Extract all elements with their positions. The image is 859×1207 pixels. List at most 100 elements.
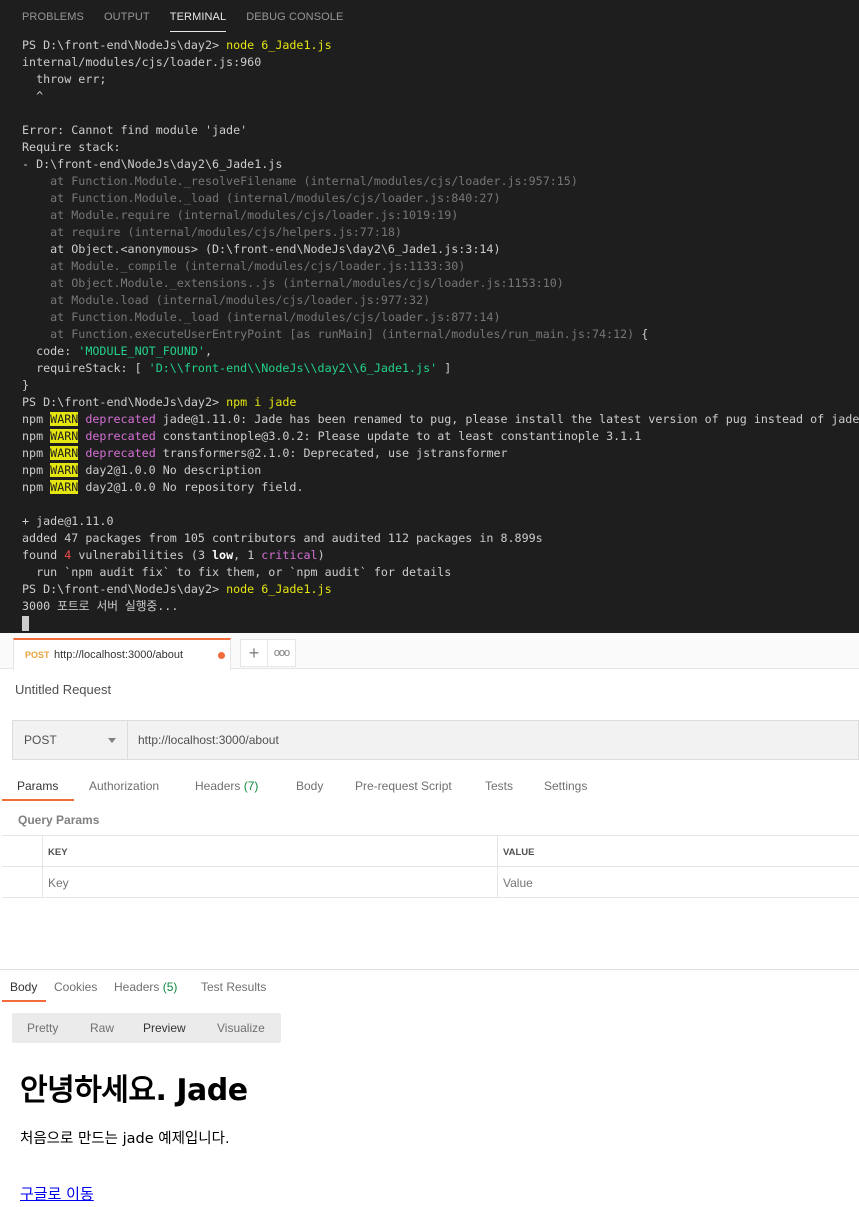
terminal-text: { — [634, 327, 649, 341]
warn-badge: WARN — [50, 480, 79, 494]
view-pretty[interactable]: Pretty — [27, 1021, 58, 1035]
terminal-text: npm — [22, 429, 51, 443]
response-tab-headers-label: Headers — [114, 980, 160, 994]
tab-body[interactable]: Body — [296, 779, 323, 793]
tab-debug-console[interactable]: DEBUG CONSOLE — [246, 10, 343, 32]
terminal-line: - D:\front-end\NodeJs\day2\6_Jade1.js — [22, 156, 859, 173]
request-tab[interactable]: POST http://localhost:3000/about — [13, 638, 231, 670]
query-params-row — [2, 867, 859, 898]
view-mode-toggle: Pretty Raw Preview Visualize — [12, 1013, 281, 1043]
terminal-text: deprecated — [85, 446, 156, 460]
column-divider — [42, 836, 43, 867]
tab-terminal[interactable]: TERMINAL — [169, 10, 227, 32]
active-response-tab-indicator — [2, 1000, 46, 1002]
terminal-line: found 4 vulnerabilities (3 low, 1 critic… — [22, 547, 859, 564]
response-tab-cookies[interactable]: Cookies — [54, 980, 97, 994]
terminal-text: requireStack: [ — [22, 361, 149, 375]
terminal-text: at Object.<anonymous> (D:\front-end\Node… — [22, 242, 501, 256]
tab-pre-request-script[interactable]: Pre-request Script — [355, 779, 452, 793]
terminal-line: npm WARN deprecated jade@1.11.0: Jade ha… — [22, 411, 859, 428]
method-select[interactable]: POST — [13, 721, 128, 759]
response-divider[interactable] — [0, 969, 859, 970]
terminal-text: at Function.Module._load (internal/modul… — [22, 191, 501, 205]
tab-tests[interactable]: Tests — [485, 779, 513, 793]
tab-output[interactable]: OUTPUT — [104, 10, 150, 32]
terminal-line: code: 'MODULE_NOT_FOUND', — [22, 343, 859, 360]
terminal-text: found — [22, 548, 65, 562]
request-subtabs: Params Authorization Headers (7) Body Pr… — [0, 775, 859, 803]
terminal-text: jade@1.11.0: Jade has been renamed to pu… — [155, 412, 859, 426]
terminal-text: 'D:\\front-end\\NodeJs\\day2\\6_Jade1.js… — [148, 361, 438, 375]
tab-params[interactable]: Params — [17, 779, 58, 793]
query-params-table: KEY VALUE — [2, 835, 859, 898]
terminal-line: at Module._compile (internal/modules/cjs… — [22, 258, 859, 275]
warn-badge: WARN — [50, 429, 79, 443]
preview-paragraph: 처음으로 만드는 jade 예제입니다. — [20, 1131, 230, 1147]
terminal-line: 3000 포트로 서버 실행중... — [22, 598, 859, 615]
terminal-text: deprecated — [85, 429, 156, 443]
response-tab-body[interactable]: Body — [10, 980, 37, 994]
terminal-line: Error: Cannot find module 'jade' — [22, 122, 859, 139]
terminal-line: Require stack: — [22, 139, 859, 156]
response-tab-headers-count: (5) — [162, 980, 178, 994]
more-tabs-icon[interactable]: ooo — [268, 639, 296, 667]
tab-authorization[interactable]: Authorization — [89, 779, 159, 793]
terminal-line: PS D:\front-end\NodeJs\day2> node 6_Jade… — [22, 37, 859, 54]
terminal-text: - D:\front-end\NodeJs\day2\6_Jade1.js — [22, 157, 283, 171]
terminal-text: at Module._compile (internal/modules/cjs… — [22, 259, 466, 273]
view-raw[interactable]: Raw — [90, 1021, 114, 1035]
terminal-text: ) — [317, 548, 325, 562]
preview-google-link[interactable]: 구글로 이동 — [20, 1183, 94, 1204]
query-params-header-row: KEY VALUE — [2, 836, 859, 867]
method-select-value: POST — [24, 733, 57, 747]
terminal-text: internal/modules/cjs/loader.js:960 — [22, 55, 262, 69]
url-input[interactable] — [138, 733, 838, 747]
view-visualize[interactable]: Visualize — [217, 1021, 265, 1035]
terminal-output[interactable]: PS D:\front-end\NodeJs\day2> node 6_Jade… — [22, 37, 859, 632]
terminal-text: Error: Cannot find module 'jade' — [22, 123, 248, 137]
terminal-text: , 1 — [233, 548, 262, 562]
request-title[interactable]: Untitled Request — [15, 682, 111, 697]
value-input[interactable] — [503, 876, 803, 890]
panel-tabbar: PROBLEMS OUTPUT TERMINAL DEBUG CONSOLE — [22, 10, 363, 32]
tab-headers[interactable]: Headers (7) — [195, 779, 258, 793]
request-tab-url: http://localhost:3000/about — [54, 649, 184, 661]
tab-settings[interactable]: Settings — [544, 779, 587, 793]
request-tab-method: POST — [25, 650, 50, 660]
terminal-text: day2@1.0.0 No repository field. — [78, 480, 304, 494]
terminal-line: at Function.Module._resolveFilename (int… — [22, 173, 859, 190]
tab-headers-label: Headers — [195, 779, 241, 793]
terminal-line: at Object.<anonymous> (D:\front-end\Node… — [22, 241, 859, 258]
response-tab-test-results[interactable]: Test Results — [201, 980, 266, 994]
terminal-text: node 6_Jade1.js — [226, 38, 332, 52]
terminal-line: added 47 packages from 105 contributors … — [22, 530, 859, 547]
terminal-text: at Function.Module._load (internal/modul… — [22, 310, 501, 324]
tab-problems[interactable]: PROBLEMS — [22, 10, 84, 32]
terminal-text: Require stack: — [22, 140, 121, 154]
terminal-text: critical — [261, 548, 318, 562]
terminal-text: run `npm audit fix` to fix them, or `npm… — [22, 565, 452, 579]
column-divider — [497, 867, 498, 898]
response-tabs: Body Cookies Headers (5) Test Results — [0, 977, 859, 1003]
terminal-text: + jade@1.11.0 — [22, 514, 114, 528]
terminal-text: throw err; — [22, 72, 107, 86]
terminal-line: PS D:\front-end\NodeJs\day2> node 6_Jade… — [22, 581, 859, 598]
terminal-text: npm — [22, 412, 51, 426]
terminal-text: PS D:\front-end\NodeJs\day2> — [22, 395, 227, 409]
terminal-text: at Function.executeUserEntryPoint [as ru… — [22, 327, 635, 341]
new-tab-button[interactable]: + — [240, 639, 268, 667]
response-tab-headers[interactable]: Headers (5) — [114, 980, 177, 994]
preview-heading: 안녕하세요. Jade — [20, 1073, 248, 1108]
terminal-text: npm i jade — [226, 395, 297, 409]
terminal-text: , — [204, 344, 213, 358]
warn-badge: WARN — [50, 446, 79, 460]
key-input[interactable] — [48, 876, 348, 890]
terminal-panel: PROBLEMS OUTPUT TERMINAL DEBUG CONSOLE P… — [0, 0, 859, 633]
terminal-text: 3000 포트로 서버 실행중... — [22, 599, 179, 613]
terminal-line: npm WARN deprecated transformers@2.1.0: … — [22, 445, 859, 462]
terminal-line: throw err; — [22, 71, 859, 88]
column-divider — [42, 867, 43, 898]
terminal-text: deprecated — [85, 412, 156, 426]
view-preview[interactable]: Preview — [143, 1021, 186, 1035]
url-bar: POST — [12, 720, 859, 760]
